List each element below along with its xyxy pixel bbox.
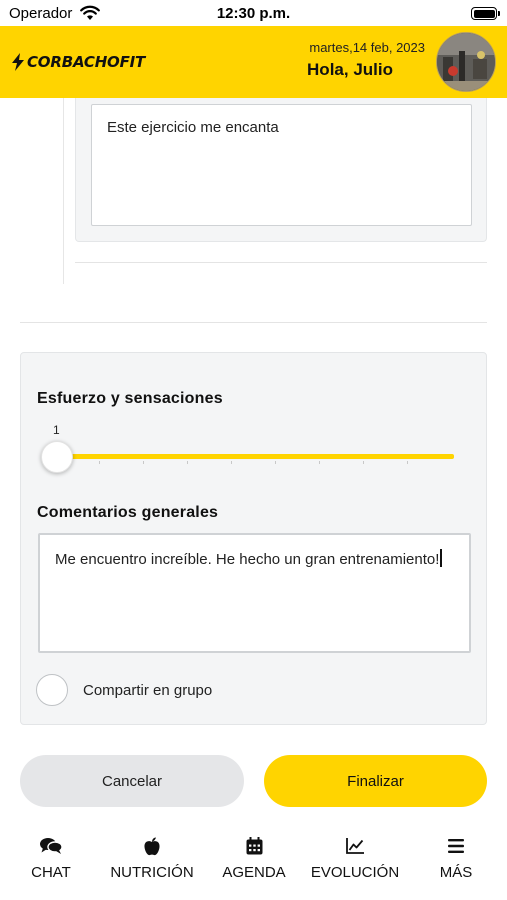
slider-tick [407,461,408,464]
avatar-photo [437,33,495,91]
share-option[interactable]: Compartir en grupo [36,673,212,707]
clock: 12:30 p.m. [216,5,291,22]
slider-tick [363,461,364,464]
divider [75,262,487,263]
effort-slider-thumb[interactable] [41,441,73,473]
avatar[interactable] [436,32,496,92]
tab-chat[interactable]: CHAT [31,836,71,881]
previous-comment-field[interactable]: Este ejercicio me encanta [91,104,472,226]
text-cursor [440,549,442,567]
bottom-tab-bar: CHAT NUTRICIÓN AGENDA EVOLUCIÓN MÁS [0,826,507,900]
header-date: martes,14 feb, 2023 [309,40,425,55]
greeting: Hola, Julio [307,60,393,79]
tab-label: EVOLUCIÓN [310,864,400,881]
status-bar: Operador 12:30 p.m. [0,0,507,26]
share-radio[interactable] [36,674,68,706]
calendar-icon [243,836,265,856]
slider-tick [275,461,276,464]
brand-logo-text: CORBACHOFIT [27,53,146,71]
tab-mas[interactable]: MÁS [436,836,476,881]
chat-icon [40,836,62,856]
thread-line [63,98,64,284]
comments-text: Me encuentro increíble. He hecho un gran… [55,551,440,568]
slider-tick [231,461,232,464]
slider-tick [99,461,100,464]
slider-tick [143,461,144,464]
app-header: CORBACHOFIT martes,14 feb, 2023 Hola, Ju… [0,26,507,98]
comments-input[interactable]: Me encuentro increíble. He hecho un gran… [38,533,471,653]
chart-line-icon [344,836,366,856]
tab-label: CHAT [31,864,71,881]
comments-title: Comentarios generales [37,504,219,521]
menu-icon [445,836,467,856]
tab-label: NUTRICIÓN [110,864,194,881]
effort-title: Esfuerzo y sensaciones [37,390,223,407]
divider [20,322,487,323]
share-label: Compartir en grupo [83,681,213,699]
apple-icon [141,836,163,856]
tab-label: MÁS [439,864,473,881]
finish-button[interactable]: Finalizar [264,755,487,807]
slider-value-label: 1 [53,423,60,437]
tab-label: AGENDA [222,864,286,881]
cancel-button[interactable]: Cancelar [20,755,244,807]
tab-nutricion[interactable]: NUTRICIÓN [110,836,194,881]
previous-comment-card: Este ejercicio me encanta [75,98,487,242]
tab-agenda[interactable]: AGENDA [222,836,286,881]
brand-logo: CORBACHOFIT [11,52,145,72]
tab-evolucion[interactable]: EVOLUCIÓN [310,836,400,881]
battery-tip [498,11,500,16]
effort-card: Esfuerzo y sensaciones 1 Comentarios gen… [20,352,487,725]
bolt-icon [12,53,24,71]
battery-icon [471,7,497,20]
slider-tick [187,461,188,464]
effort-slider-track[interactable] [57,454,454,459]
slider-tick [319,461,320,464]
